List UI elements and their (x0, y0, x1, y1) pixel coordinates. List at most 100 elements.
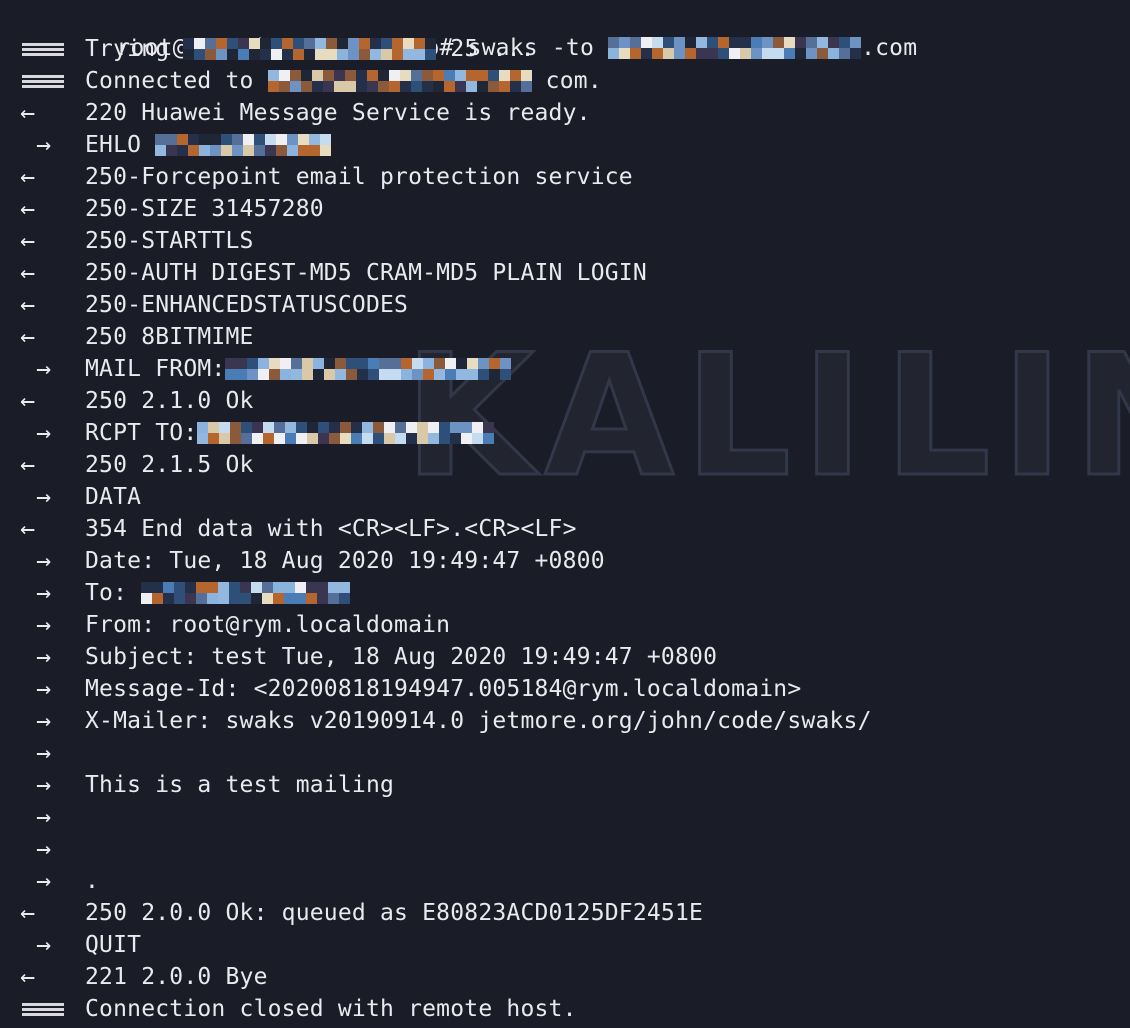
terminal-line: ← 354 End data with <CR><LF>.<CR><LF> (0, 513, 1130, 545)
terminal-line-content: 250-ENHANCEDSTATUSCODES (85, 289, 408, 321)
terminal-line-content: 250-STARTTLS (85, 225, 254, 257)
redacted-block (155, 133, 332, 156)
terminal-line-content: . (85, 865, 99, 897)
line-text: Date: Tue, 18 Aug 2020 19:49:47 +0800 (85, 548, 605, 574)
redacted-block (267, 69, 532, 92)
terminal-window: KALILIN root@rym:/home/rym/temp# swaks -… (0, 0, 1130, 1028)
line-text: . (85, 868, 100, 894)
arrow-right-icon: → (36, 418, 52, 447)
terminal-line: ← 250-STARTTLS (0, 225, 1130, 257)
redacted-block (141, 581, 351, 604)
terminal-line: ← 250 2.1.5 Ok (0, 449, 1130, 481)
terminal-line-content: 250 2.1.0 Ok (85, 385, 254, 417)
terminal-line-content: 221 2.0.0 Bye (85, 961, 268, 993)
arrow-left-icon: ← (20, 258, 36, 287)
arrow-right-icon: → (36, 610, 52, 639)
terminal-line: → QUIT (0, 929, 1130, 961)
terminal-line: →. (0, 865, 1130, 897)
line-text: X-Mailer: swaks v20190914.0 jetmore.org/… (85, 708, 872, 734)
terminal-line: → From: root@rym.localdomain (0, 609, 1130, 641)
line-text: MAIL FROM: (85, 356, 226, 382)
arrow-right-icon: → (36, 866, 52, 895)
arrow-right-icon: → (36, 738, 52, 767)
line-text: QUIT (85, 932, 142, 958)
terminal-line: Connection closed with remote host. (0, 993, 1130, 1025)
terminal-line-content: Message-Id: <20200818194947.005184@rym.l… (85, 673, 801, 705)
terminal-line: → X-Mailer: swaks v20190914.0 jetmore.org… (0, 705, 1130, 737)
terminal-line-content: Trying 25 ... (85, 33, 535, 65)
terminal-line: → MAIL FROM: (0, 353, 1130, 385)
line-text: 250-AUTH DIGEST-MD5 CRAM-MD5 PLAIN LOGIN (85, 260, 647, 286)
terminal-line: → (0, 801, 1130, 833)
terminal-line-content: RCPT TO: (85, 417, 495, 449)
terminal-line: → Subject: test Tue, 18 Aug 2020 19:49:47… (0, 641, 1130, 673)
arrow-right-icon: → (36, 482, 52, 511)
line-text: This is a test mailing (85, 772, 395, 798)
line-text: Connected to (85, 68, 268, 94)
line-text: From: root@rym.localdomain (85, 612, 451, 638)
redacted-block (225, 357, 512, 380)
redacted-block (183, 37, 437, 60)
terminal-line-content: 250 8BITMIME (85, 321, 254, 353)
arrow-right-icon: → (36, 546, 52, 575)
arrow-right-icon: → (36, 930, 52, 959)
terminal-line: → RCPT TO: (0, 417, 1130, 449)
arrow-right-icon: → (36, 674, 52, 703)
line-text: 250-STARTTLS (85, 228, 254, 254)
arrow-right-icon: → (36, 130, 52, 159)
line-text: 250 2.0.0 Ok: queued as E80823ACD0125DF2… (85, 900, 704, 926)
terminal-line: ← 220 Huawei Message Service is ready. (0, 97, 1130, 129)
terminal-line: Trying 25 ... (0, 33, 1130, 65)
line-text: 250 2.1.0 Ok (85, 388, 254, 414)
terminal-line-content: X-Mailer: swaks v20190914.0 jetmore.org/… (85, 705, 872, 737)
arrow-right-icon: → (36, 770, 52, 799)
terminal-line: → (0, 833, 1130, 865)
line-text: Connection closed with remote host. (85, 996, 577, 1022)
terminal-line: → EHLO (0, 129, 1130, 161)
arrow-right-icon: → (36, 642, 52, 671)
arrow-left-icon: ← (20, 226, 36, 255)
arrow-right-icon: → (36, 834, 52, 863)
line-text: 354 End data with <CR><LF>.<CR><LF> (85, 516, 577, 542)
line-text: 250-SIZE 31457280 (85, 196, 324, 222)
terminal-line-content: Date: Tue, 18 Aug 2020 19:49:47 +0800 (85, 545, 605, 577)
line-text: RCPT TO: (85, 420, 198, 446)
line-text: 221 2.0.0 Bye (85, 964, 268, 990)
terminal-line: ← 250 8BITMIME (0, 321, 1130, 353)
terminal-line-content: 250-AUTH DIGEST-MD5 CRAM-MD5 PLAIN LOGIN (85, 257, 647, 289)
arrow-right-icon: → (36, 354, 52, 383)
arrow-left-icon: ← (20, 290, 36, 319)
arrow-left-icon: ← (20, 898, 36, 927)
terminal-line-content: Connected to com. (85, 65, 602, 97)
line-text: 250 8BITMIME (85, 324, 254, 350)
terminal-line: → (0, 737, 1130, 769)
terminal-line-content: 250-Forcepoint email protection service (85, 161, 633, 193)
line-text-tail: com. (531, 68, 602, 94)
arrow-right-icon: → (36, 578, 52, 607)
line-text: To: (85, 580, 142, 606)
terminal-line-content: To: (85, 577, 351, 609)
terminal-line: ← 221 2.0.0 Bye (0, 961, 1130, 993)
terminal-line-content: From: root@rym.localdomain (85, 609, 450, 641)
arrow-left-icon: ← (20, 450, 36, 479)
line-text-tail: 25 ... (436, 36, 535, 62)
redacted-block (197, 421, 495, 444)
arrow-left-icon: ← (20, 322, 36, 351)
line-text: 250-Forcepoint email protection service (85, 164, 633, 190)
terminal-output-log: root@rym:/home/rym/temp# swaks -to .com … (0, 0, 1130, 1025)
terminal-line-content: Subject: test Tue, 18 Aug 2020 19:49:47 … (85, 641, 717, 673)
info-marker-icon (0, 993, 85, 1025)
shell-prompt-line: root@rym:/home/rym/temp# swaks -to .com (0, 0, 1130, 61)
prompt-content: root@rym:/home/rym/temp# swaks -to .com (4, 0, 917, 61)
terminal-line-content: 220 Huawei Message Service is ready. (85, 97, 591, 129)
terminal-line-content: 250 2.0.0 Ok: queued as E80823ACD0125DF2… (85, 897, 703, 929)
terminal-line-content: QUIT (85, 929, 141, 961)
terminal-line: → Message-Id: <20200818194947.005184@rym.… (0, 673, 1130, 705)
arrow-right-icon: → (36, 802, 52, 831)
line-text: 250-ENHANCEDSTATUSCODES (85, 292, 409, 318)
terminal-line-content: Connection closed with remote host. (85, 993, 577, 1025)
terminal-line: → To: (0, 577, 1130, 609)
arrow-left-icon: ← (20, 514, 36, 543)
terminal-line-content: MAIL FROM: (85, 353, 512, 385)
terminal-line-content: 250 2.1.5 Ok (85, 449, 254, 481)
